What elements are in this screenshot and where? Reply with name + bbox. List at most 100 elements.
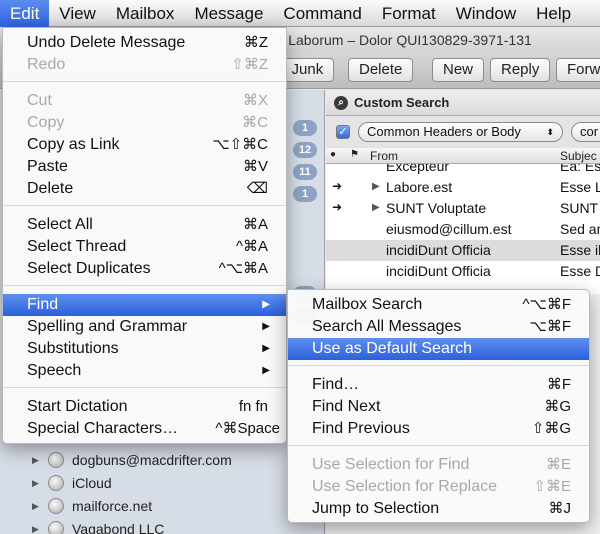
new-button[interactable]: New: [432, 58, 485, 82]
menu-edit[interactable]: Edit: [0, 0, 50, 27]
menu-separator: [3, 205, 286, 206]
menu-item-use-selection-for-replace[interactable]: Use Selection for Replace ⇧⌘E: [288, 476, 589, 498]
row-subject: Ea: Es: [560, 164, 600, 174]
globe-icon: [48, 475, 64, 491]
condition-popup-label: cor: [580, 124, 599, 139]
menu-item-speech[interactable]: Speech ▶: [3, 360, 286, 382]
table-row[interactable]: incidiDunt Officia Esse D: [326, 261, 600, 282]
submenu-arrow-icon: ▶: [262, 321, 270, 332]
menu-item-substitutions[interactable]: Substitutions ▶: [3, 338, 286, 360]
menu-help[interactable]: Help: [526, 0, 581, 27]
menu-item-label: Start Dictation: [27, 398, 128, 415]
scope-popup[interactable]: Common Headers or Body ⬍: [358, 122, 563, 142]
find-submenu: Mailbox Search ^⌥⌘F Search All Messages …: [287, 289, 590, 523]
table-row[interactable]: incidiDunt Officia Esse il: [326, 240, 600, 261]
menu-item-shortcut: ⌘C: [242, 114, 268, 131]
menu-item-label: Select All: [27, 216, 93, 233]
from-column-header[interactable]: From: [370, 149, 398, 163]
table-row[interactable]: ➜ ▶ SUNT Voluptate SUNT: [326, 198, 600, 219]
menu-item-shortcut: ⌘F: [546, 376, 571, 393]
row-from: eiusmod@cillum.est: [386, 221, 512, 237]
thread-disclosure-icon[interactable]: ▶: [372, 181, 380, 192]
menu-item-jump-to-selection[interactable]: Jump to Selection ⌘J: [288, 498, 589, 520]
menu-item-spelling-grammar[interactable]: Spelling and Grammar ▶: [3, 316, 286, 338]
menu-item-mailbox-search[interactable]: Mailbox Search ^⌥⌘F: [288, 294, 589, 316]
menu-item-find-ellipsis[interactable]: Find… ⌘F: [288, 374, 589, 396]
menu-item-shortcut: ⌘J: [548, 500, 572, 517]
condition-popup[interactable]: cor: [571, 122, 600, 142]
disclosure-triangle-icon[interactable]: ▶: [32, 455, 48, 466]
menu-item-select-duplicates[interactable]: Select Duplicates ^⌥⌘A: [3, 258, 286, 280]
menu-format[interactable]: Format: [372, 0, 446, 27]
menu-item-redo[interactable]: Redo ⇧⌘Z: [3, 54, 286, 76]
menu-item-label: Use as Default Search: [312, 340, 473, 357]
menu-item-copy-as-link[interactable]: Copy as Link ⌥⇧⌘C: [3, 134, 286, 156]
menu-separator: [288, 445, 589, 446]
menu-item-shortcut: ⇧⌘G: [531, 420, 571, 437]
submenu-arrow-icon: ▶: [262, 365, 270, 376]
menu-item-shortcut: ⌥⇧⌘C: [212, 136, 268, 153]
menu-item-find-previous[interactable]: Find Previous ⇧⌘G: [288, 418, 589, 440]
menu-item-label: Find…: [312, 376, 360, 393]
menu-item-label: Use Selection for Find: [312, 456, 470, 473]
menu-item-special-characters[interactable]: Special Characters… ^⌘Space: [3, 418, 286, 440]
menu-item-paste[interactable]: Paste ⌘V: [3, 156, 286, 178]
disclosure-triangle-icon[interactable]: ▶: [32, 524, 48, 534]
account-label: dogbuns@macdrifter.com: [72, 452, 232, 468]
menu-item-shortcut: ^⌘A: [235, 238, 268, 255]
globe-icon: [48, 498, 64, 514]
row-subject: Esse il: [560, 242, 600, 258]
account-dogbuns[interactable]: ▶ dogbuns@macdrifter.com: [32, 449, 232, 471]
reply-button[interactable]: Reply: [490, 58, 551, 82]
table-row[interactable]: Excepteur Ea: Es: [326, 164, 600, 176]
menu-item-label: Use Selection for Replace: [312, 478, 497, 495]
globe-icon: [48, 452, 64, 468]
menu-item-start-dictation[interactable]: Start Dictation fn fn: [3, 396, 286, 418]
forward-button[interactable]: Forw: [556, 58, 600, 82]
subject-column-header[interactable]: Subjec: [560, 149, 597, 163]
menu-item-shortcut: ⌘V: [242, 158, 268, 175]
menu-item-label: Select Duplicates: [27, 260, 151, 277]
menu-item-find[interactable]: Find ▶: [3, 294, 286, 316]
account-mailforce[interactable]: ▶ mailforce.net: [32, 495, 152, 517]
menu-item-shortcut: fn fn: [238, 398, 268, 415]
globe-icon: [48, 521, 64, 534]
account-icloud[interactable]: ▶ iCloud: [32, 472, 112, 494]
custom-search-header: ⌕ Custom Search: [326, 90, 600, 116]
menu-item-use-as-default-search[interactable]: Use as Default Search: [288, 338, 589, 360]
menu-item-label: Find Previous: [312, 420, 410, 437]
forwarded-arrow-icon: ➜: [332, 200, 343, 214]
account-vagabond[interactable]: ▶ Vagabond LLC: [32, 518, 164, 534]
menu-item-delete[interactable]: Delete ⌫: [3, 178, 286, 200]
menu-item-copy[interactable]: Copy ⌘C: [3, 112, 286, 134]
menu-message[interactable]: Message: [184, 0, 273, 27]
filter-checkbox[interactable]: ✓: [336, 125, 350, 139]
search-filter-row: ✓ Common Headers or Body ⬍ cor: [326, 116, 600, 148]
unread-badge: 12: [293, 142, 317, 158]
disclosure-triangle-icon[interactable]: ▶: [32, 501, 48, 512]
menu-view[interactable]: View: [49, 0, 106, 27]
table-row[interactable]: eiusmod@cillum.est Sed ar: [326, 219, 600, 240]
disclosure-triangle-icon[interactable]: ▶: [32, 478, 48, 489]
menu-item-undo[interactable]: Undo Delete Message ⌘Z: [3, 32, 286, 54]
menu-item-label: Redo: [27, 56, 66, 73]
menu-item-select-thread[interactable]: Select Thread ^⌘A: [3, 236, 286, 258]
menu-window[interactable]: Window: [446, 0, 526, 27]
flag-column-icon[interactable]: ⚑: [350, 149, 359, 160]
unread-column-icon[interactable]: ●: [330, 149, 336, 160]
menu-separator: [3, 387, 286, 388]
menu-mailbox[interactable]: Mailbox: [106, 0, 185, 27]
menu-command[interactable]: Command: [273, 0, 371, 27]
menu-item-shortcut: ⌥⌘F: [529, 318, 571, 335]
unread-badge: 11: [293, 164, 317, 180]
menu-item-find-next[interactable]: Find Next ⌘G: [288, 396, 589, 418]
menu-item-select-all[interactable]: Select All ⌘A: [3, 214, 286, 236]
menu-item-cut[interactable]: Cut ⌘X: [3, 90, 286, 112]
thread-disclosure-icon[interactable]: ▶: [372, 202, 380, 213]
window-title: T Laborum – Dolor QUI130829-3971-131: [276, 32, 532, 48]
row-subject: SUNT: [560, 200, 599, 216]
menu-item-search-all-messages[interactable]: Search All Messages ⌥⌘F: [288, 316, 589, 338]
delete-button[interactable]: Delete: [348, 58, 414, 82]
menu-item-use-selection-for-find[interactable]: Use Selection for Find ⌘E: [288, 454, 589, 476]
table-row[interactable]: ➜ ▶ Labore.est Esse L: [326, 177, 600, 198]
